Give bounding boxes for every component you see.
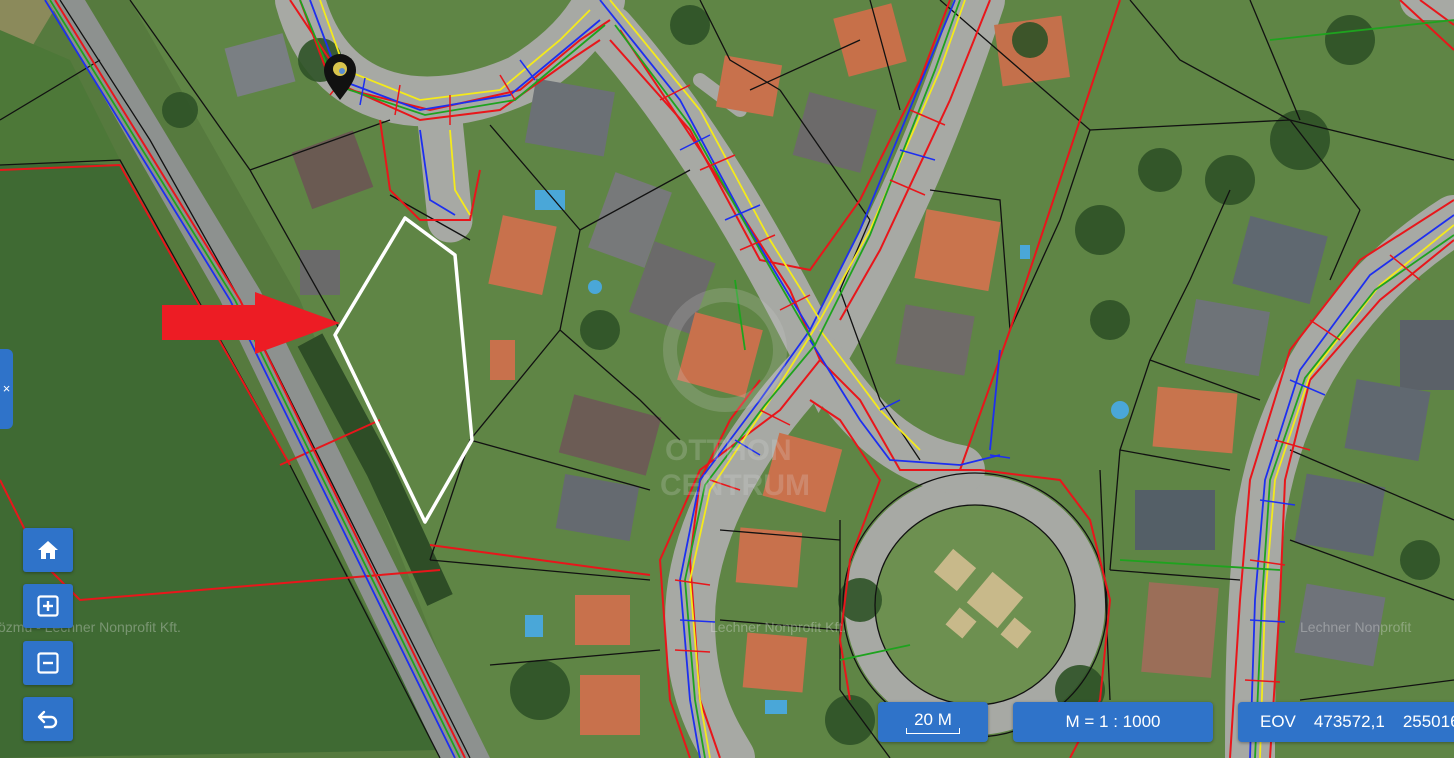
scale-bar xyxy=(906,728,960,734)
coordinate-readout: EOV 473572,1 255016, xyxy=(1238,702,1454,742)
home-button[interactable] xyxy=(23,528,73,572)
map-scale-ratio: M = 1 : 1000 xyxy=(1013,702,1213,742)
coord-y-value: 255016, xyxy=(1402,712,1454,731)
zoom-in-button[interactable] xyxy=(23,584,73,628)
zoom-out-icon xyxy=(37,652,59,674)
undo-icon xyxy=(37,710,58,729)
undo-button[interactable] xyxy=(23,697,73,741)
zoom-out-button[interactable] xyxy=(23,641,73,685)
scale-label: 20 M xyxy=(914,710,952,729)
watermark-center: Lechner Nonprofit Kft. xyxy=(710,619,847,635)
coord-x-value: 473572,1 xyxy=(1313,712,1385,731)
svg-text:OTTHON: OTTHON xyxy=(665,434,792,467)
side-panel-toggle[interactable]: × xyxy=(0,349,13,429)
map-canvas[interactable]: OTTHON CENTRUM xyxy=(0,0,1454,758)
zoom-in-icon xyxy=(37,595,59,617)
svg-text:CENTRUM: CENTRUM xyxy=(660,469,810,502)
watermark-right: Lechner Nonprofit xyxy=(1300,619,1412,635)
coord-system-label: EOV xyxy=(1260,712,1296,731)
home-icon xyxy=(38,541,58,559)
scale-indicator: 20 M xyxy=(878,702,988,742)
scale-ratio-label: M = 1 : 1000 xyxy=(1065,712,1161,731)
